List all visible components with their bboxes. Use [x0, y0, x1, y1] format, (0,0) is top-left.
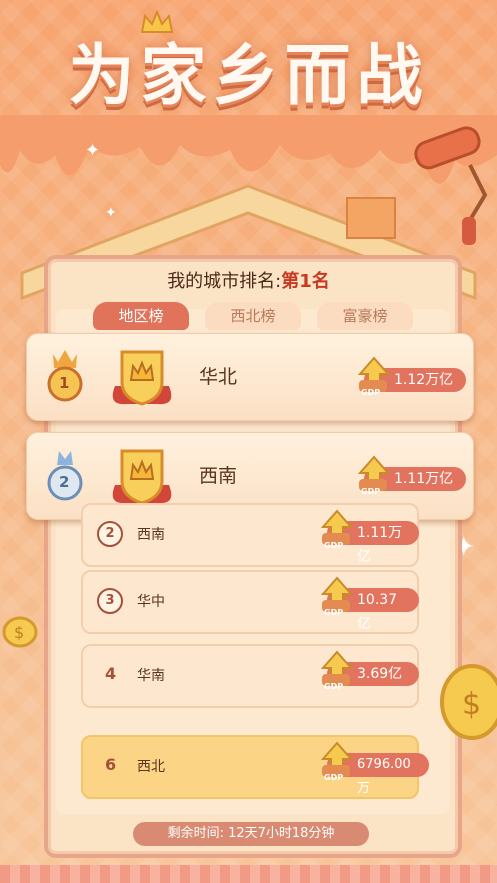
gdp-value: 1.11万亿 [357, 525, 403, 565]
gdp-value-pill: GDP 1.12万亿 [357, 356, 466, 397]
rank-number-badge: 2 [97, 521, 123, 547]
tab-region[interactable]: 地区榜 [93, 302, 189, 330]
rank-card-top-1[interactable]: 1 华北 GDP 1.12万亿 [26, 333, 474, 421]
region-name: 华北 [199, 366, 238, 388]
gdp-up-arrow-icon: GDP [320, 741, 354, 788]
coin-icon: $ [440, 664, 497, 740]
gdp-up-arrow-icon: GDP [320, 650, 354, 696]
region-name: 西北 [137, 759, 165, 775]
gold-medal-icon: 1 [43, 348, 87, 408]
gdp-label: GDP [361, 487, 381, 496]
tab-northwest[interactable]: 西北榜 [205, 302, 301, 330]
rank-row[interactable]: 3 华中 GDP 10.37亿 [81, 570, 419, 634]
gdp-label: GDP [324, 773, 344, 782]
gdp-up-arrow-icon: GDP [320, 509, 354, 555]
rank-number: 4 [105, 664, 117, 683]
medal-rank-number: 1 [59, 374, 70, 392]
silver-medal-icon: 2 [43, 447, 87, 507]
my-rank-row[interactable]: 6 西北 GDP 6796.00万 [81, 735, 429, 799]
svg-text:$: $ [14, 623, 24, 642]
gdp-value-pill: GDP 1.11万亿 [320, 509, 419, 565]
my-rank-prefix: 我的城市排名: [167, 271, 282, 292]
sparkle-icon: ✦ [85, 140, 101, 161]
region-name: 华中 [137, 594, 165, 610]
gdp-up-arrow-icon: GDP [320, 576, 354, 622]
gdp-up-arrow-icon: GDP [357, 455, 391, 501]
gdp-value: 3.69亿 [357, 666, 403, 682]
remaining-time: 剩余时间: 12天7小时18分钟 [133, 822, 369, 846]
crown-shield-icon [107, 346, 177, 414]
gdp-label: GDP [324, 682, 344, 691]
coin-icon: $ [2, 616, 38, 648]
my-rank-value: 第1名 [281, 271, 330, 292]
gdp-value-pill: GDP 3.69亿 [320, 650, 419, 691]
medal-rank-number: 2 [59, 473, 70, 491]
gdp-value-pill: GDP 1.11万亿 [357, 455, 466, 496]
gdp-value-pill: GDP 6796.00万 [320, 741, 429, 796]
svg-text:$: $ [462, 687, 481, 722]
gdp-value-pill: GDP 10.37亿 [320, 576, 419, 632]
bottom-decor-strip [0, 865, 497, 883]
region-name: 西南 [137, 527, 165, 543]
tab-wealthy[interactable]: 富豪榜 [317, 302, 413, 330]
gdp-value: 1.11万亿 [394, 471, 454, 487]
gdp-label: GDP [324, 541, 344, 550]
rank-row[interactable]: 2 西南 GDP 1.11万亿 [81, 503, 419, 567]
gdp-label: GDP [361, 388, 381, 397]
rank-number-badge: 3 [97, 588, 123, 614]
rank-number: 6 [105, 755, 117, 774]
my-city-rank: 我的城市排名:第1名 [0, 267, 497, 293]
rank-row[interactable]: 4 华南 GDP 3.69亿 [81, 644, 419, 708]
gdp-up-arrow-icon: GDP [357, 356, 391, 402]
gdp-value: 1.12万亿 [394, 372, 454, 388]
region-name: 华南 [137, 668, 165, 684]
gdp-value: 6796.00万 [357, 757, 411, 796]
gdp-label: GDP [324, 608, 344, 617]
tab-bar: 地区榜 西北榜 富豪榜 [93, 302, 413, 330]
gdp-value: 10.37亿 [357, 592, 398, 632]
page-title: 为家乡而战 [68, 37, 429, 114]
region-name: 西南 [199, 465, 238, 487]
